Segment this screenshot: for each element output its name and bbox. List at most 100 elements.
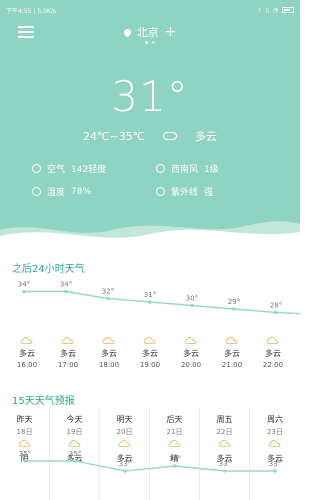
city-name[interactable]: 北京 (137, 24, 159, 40)
forecast-day[interactable]: 昨天 18日阴 (0, 408, 50, 500)
partly-cloudy-icon (143, 337, 156, 344)
partly-cloudy-icon (225, 337, 238, 344)
forecast-day-name: 周六 (267, 415, 283, 424)
overcast-icon (18, 440, 30, 447)
humidity-info: 湿度 78% (32, 185, 156, 198)
current-temperature: 31° (111, 72, 189, 121)
status-bar: 下午4:55 | 5.0K/s ᛒ ▯ ◔ (6, 4, 294, 16)
forecast-day-name: 今天 (66, 415, 83, 424)
hourly-time: 21:00 (221, 361, 243, 369)
forecast-day-name: 明天 (116, 415, 133, 424)
uv-label: 紫外线 (171, 188, 199, 198)
hourly-weather: 多云 (183, 349, 199, 358)
current-details: 空气 142轻度 西南风 1级 湿度 78% 紫外线 强 (32, 162, 280, 198)
page-dot (152, 41, 155, 44)
droplet-icon (32, 187, 41, 196)
wind-value: 1级 (204, 165, 219, 175)
humidity-label: 湿度 (47, 188, 66, 198)
forecast-date: 23日 (267, 428, 283, 436)
hourly-temperature-point (22, 289, 26, 294)
hourly-time: 19:00 (139, 361, 161, 369)
hourly-item: 多云 17:00 (51, 336, 85, 378)
hourly-weather: 多云 (265, 349, 281, 358)
forecast-day[interactable]: 周六 23日多云 (250, 408, 300, 500)
partly-cloudy-icon (68, 440, 80, 447)
partly-cloudy-icon (184, 337, 197, 344)
hourly-temperature-chart: 34° 34° 32° 31° 30° 29° 28° (18, 281, 300, 315)
forecast-date: 20日 (116, 428, 133, 436)
forecast-day[interactable]: 明天 20日多云 (100, 408, 150, 500)
hourly-temperature-point (190, 303, 194, 308)
hourly-item: 多云 22:00 (256, 336, 290, 378)
page-indicator (0, 41, 300, 44)
forecast-day-name: 后天 (166, 415, 183, 424)
sun-icon (168, 440, 180, 447)
forecast-weather: 多云 (267, 454, 283, 463)
status-left: 下午4:55 | 5.0K/s (6, 7, 56, 15)
partly-cloudy-icon (102, 337, 115, 344)
forecast-date: 18日 (16, 428, 33, 436)
hourly-section-title: 之后24小时天气 (12, 264, 85, 275)
partly-cloudy-icon (118, 440, 130, 447)
wind-label: 西南风 (171, 165, 199, 175)
hourly-item: 多云 20:00 (174, 336, 208, 378)
status-icons: ᛒ ▯ ◔ (258, 7, 294, 14)
cloud-icon (162, 132, 177, 140)
hourly-forecast-list: 多云 16:00 多云 17:00 多云 18:00 多云 19:00 多云 20:00 多云 21:… (0, 336, 300, 378)
air-label: 空气 (47, 165, 66, 175)
hourly-item: 多云 18:00 (92, 336, 126, 378)
wind-info: 西南风 1级 (156, 162, 280, 175)
hourly-temperature-label: 34° (60, 281, 72, 289)
wifi-icon: ◔ (272, 6, 278, 14)
humidity-value: 78% (71, 186, 92, 197)
forecast-weather: 多云 (116, 454, 133, 463)
forecast-weather: 多云 (66, 454, 83, 463)
hourly-item: 多云 16:00 (10, 336, 44, 378)
forecast-day-name: 昨天 (16, 415, 33, 424)
wind-icon (156, 164, 165, 173)
partly-cloudy-icon (266, 337, 279, 344)
sun-icon (156, 187, 165, 196)
hourly-weather: 多云 (60, 349, 76, 358)
partly-cloudy-icon (20, 337, 33, 344)
hourly-item: 多云 21:00 (215, 336, 249, 378)
hourly-time: 17:00 (57, 361, 79, 369)
forecast-day[interactable]: 今天 19日多云 (50, 408, 100, 500)
hourly-time: 18:00 (98, 361, 120, 369)
partly-cloudy-icon (61, 337, 74, 344)
forecast-day-name: 周五 (216, 415, 233, 424)
add-city-button[interactable]: + (165, 25, 177, 39)
uv-info: 紫外线 强 (156, 185, 280, 198)
hourly-temperature-label: 31° (144, 291, 156, 299)
hourly-temperature-point (106, 296, 110, 301)
hourly-temperature-point (232, 307, 236, 311)
hourly-weather: 多云 (101, 349, 117, 358)
status-time: 下午4:55 (6, 7, 32, 15)
hourly-weather: 多云 (224, 349, 240, 358)
forecast-date: 19日 (66, 428, 83, 436)
current-condition: 多云 (194, 130, 217, 143)
vibrate-icon: ▯ (265, 6, 269, 14)
temperature-range: 24℃~35℃ (83, 129, 145, 143)
forecast-grid: 昨天 18日阴 今天 19日 多云 明天 20日 多云 后天 21日晴 周五 22日 多云 周六 23日 多云 (0, 408, 300, 500)
hourly-time: 20:00 (180, 361, 202, 369)
forecast-day[interactable]: 后天 21日晴 (150, 408, 200, 500)
forecast-weather: 晴 (170, 454, 179, 463)
hourly-temperature-label: 34° (18, 281, 30, 289)
hourly-temperature-point (64, 289, 68, 294)
forecast-date: 22日 (216, 428, 233, 436)
forecast-weather: 阴 (20, 454, 29, 463)
page-dot-active (145, 41, 148, 44)
location-pin-icon (122, 27, 133, 37)
weather-hero: 下午4:55 | 5.0K/s ᛒ ▯ ◔ 北京 + 31° 24℃~35℃ 多… (0, 0, 300, 248)
hourly-temperature-point (148, 300, 152, 304)
hourly-temperature-line (24, 290, 300, 315)
uv-value: 强 (204, 188, 214, 198)
temperature-range-row: 24℃~35℃ 多云 (0, 128, 300, 144)
hourly-weather: 多云 (19, 349, 35, 358)
location-header: 北京 + (0, 24, 300, 40)
hourly-item: 多云 19:00 (133, 336, 167, 378)
forecast-day[interactable]: 周五 22日 多云 (200, 408, 250, 500)
wave-decoration (0, 221, 300, 248)
hourly-time: 16:00 (16, 361, 38, 369)
